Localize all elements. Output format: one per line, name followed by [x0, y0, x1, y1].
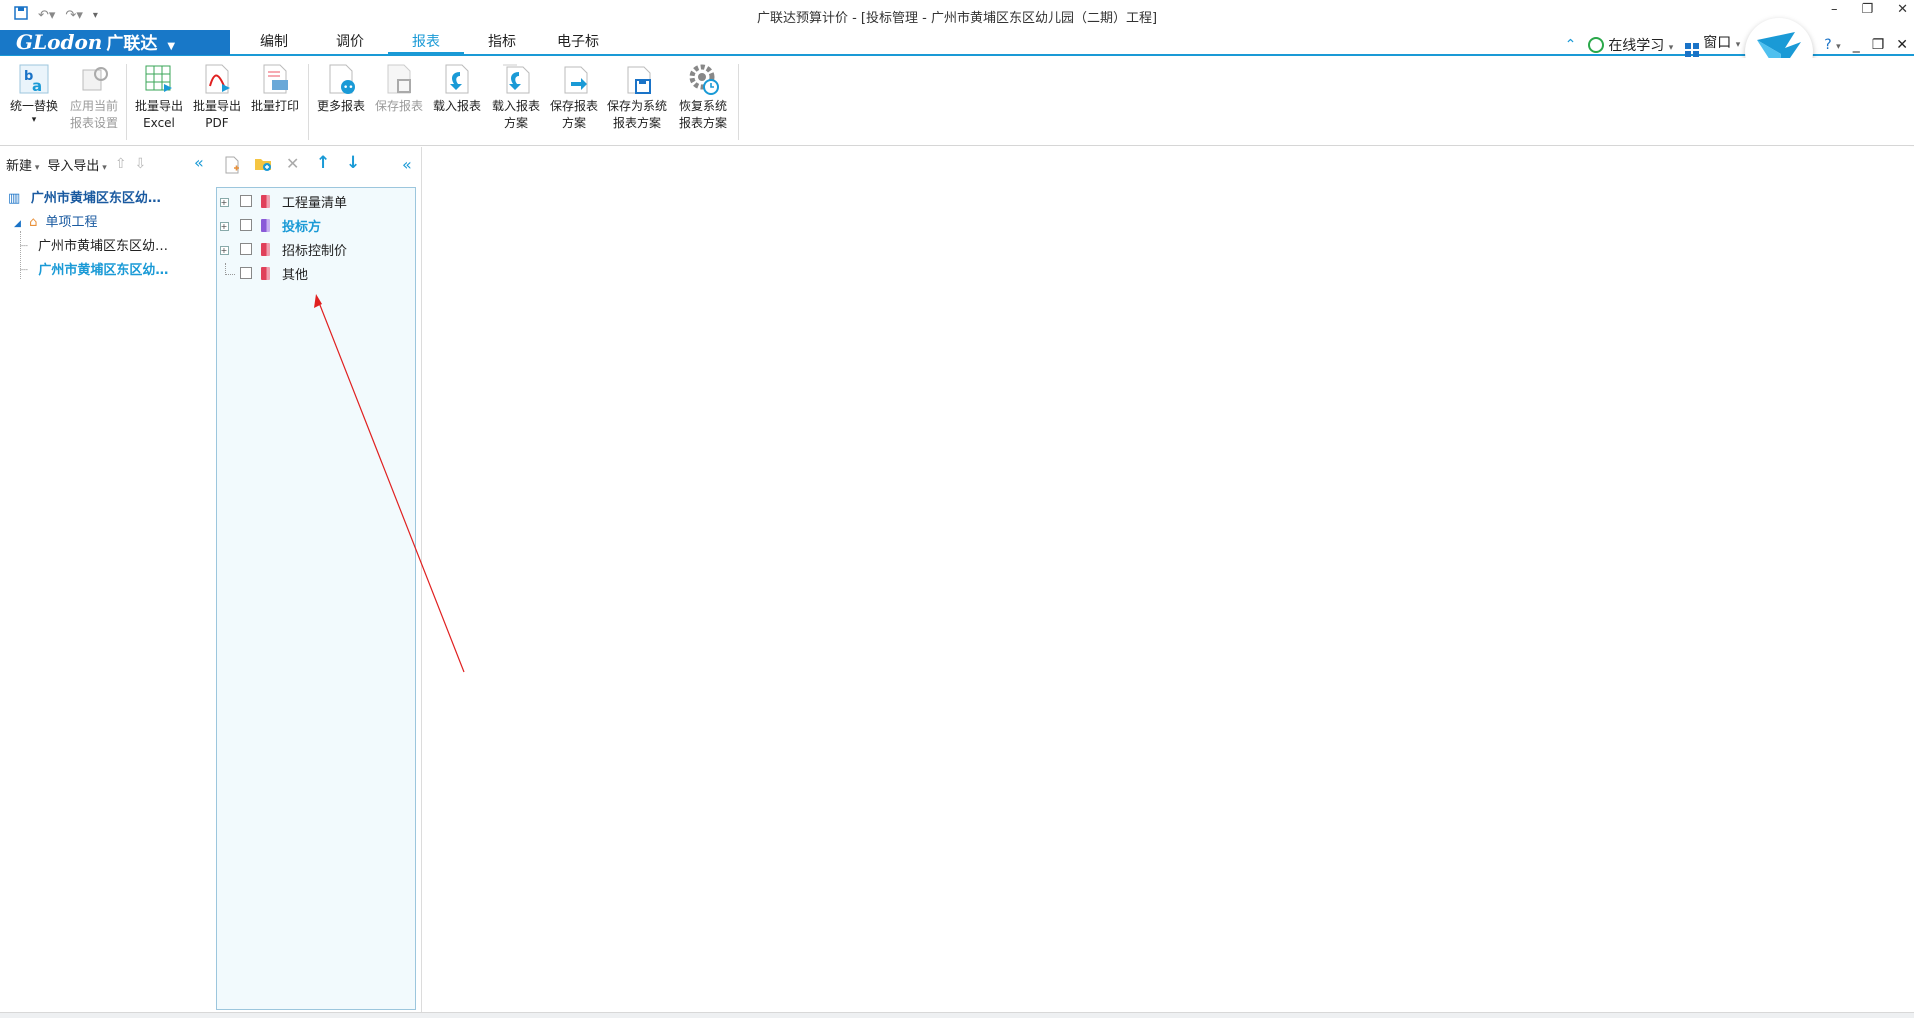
annotation-arrow — [314, 294, 465, 673]
status-bar — [0, 1012, 1914, 1018]
